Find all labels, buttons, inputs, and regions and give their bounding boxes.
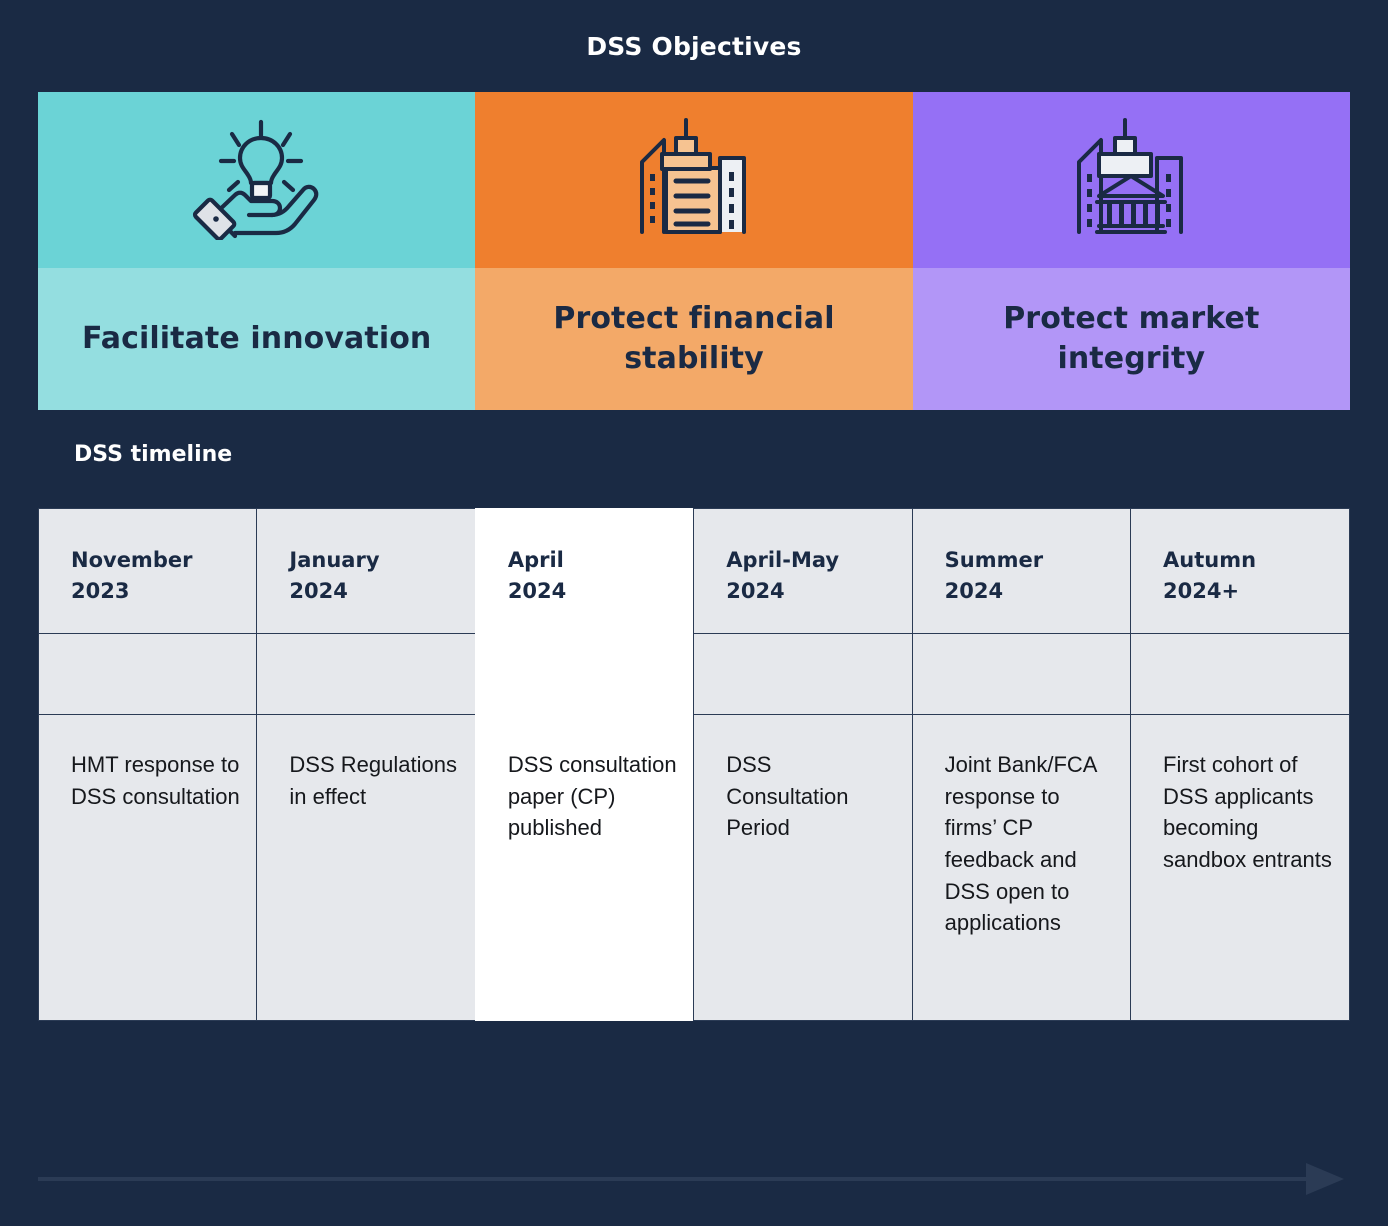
timeline-body-cell[interactable]: DSS Regulations in effect	[256, 714, 477, 1021]
objective-label: Protect financial stability	[553, 301, 835, 376]
timeline-arrow-layer	[38, 1142, 1350, 1222]
timeline-body-row: HMT response to DSS consultation DSS Reg…	[38, 714, 1351, 1021]
timeline-period: April-May	[726, 548, 840, 572]
timeline-heading: DSS timeline	[74, 442, 233, 467]
timeline-description: DSS Consultation Period	[726, 752, 849, 841]
timeline-year: 2023	[71, 579, 130, 604]
timeline-header-cell-highlighted[interactable]: April 2024	[474, 508, 695, 634]
timeline-arrow-band	[1130, 634, 1351, 714]
objective-icon-band	[912, 92, 1350, 268]
timeline-period: January	[289, 548, 380, 572]
timeline-year: 2024	[944, 579, 1004, 604]
objective-card-facilitate-innovation: Facilitate innovation	[38, 92, 476, 410]
city-buildings-icon	[632, 116, 756, 244]
timeline-year: 2024+	[1163, 579, 1240, 604]
timeline-period: Summer	[944, 548, 1044, 572]
objective-icon-band	[38, 92, 476, 268]
objective-label: Protect market integrity	[1003, 301, 1260, 376]
timeline-description: First cohort of DSS applicants becoming …	[1163, 752, 1332, 873]
timeline-header-cell[interactable]: Autumn 2024+	[1130, 508, 1351, 634]
timeline-period: April	[507, 548, 564, 572]
page-title: DSS Objectives	[586, 32, 802, 61]
timeline-arrow-band	[256, 634, 477, 714]
timeline-body-cell-highlighted[interactable]: DSS consultation paper (CP) published	[474, 714, 695, 1021]
hand-holding-lightbulb-icon	[191, 116, 323, 244]
timeline-arrow-band	[911, 634, 1132, 714]
timeline-arrow-band	[693, 634, 914, 714]
timeline-description: DSS consultation paper (CP) published	[507, 752, 677, 841]
objective-card-protect-market-integrity: Protect market integrity	[912, 92, 1350, 410]
timeline-year: 2024	[289, 579, 348, 604]
timeline-grid: November 2023 January 2024 April 2024 Ap…	[38, 508, 1351, 1195]
objective-label-band: Protect market integrity	[912, 268, 1350, 410]
timeline-arrow-row	[38, 634, 1351, 714]
objective-label-band: Protect financial stability	[475, 268, 913, 410]
timeline-arrow-band	[38, 634, 258, 714]
timeline-header-cell[interactable]: April-May 2024	[693, 508, 914, 634]
timeline-body-cell[interactable]: First cohort of DSS applicants becoming …	[1130, 714, 1351, 1021]
timeline-period: November	[71, 548, 193, 572]
timeline-header-cell[interactable]: November 2023	[38, 508, 258, 634]
bank-institution-icon	[1069, 116, 1193, 244]
right-arrow-icon	[38, 1163, 1350, 1226]
objective-icon-band	[475, 92, 913, 268]
timeline-year: 2024	[726, 579, 785, 604]
timeline-header-cell[interactable]: Summer 2024	[911, 508, 1132, 634]
timeline-body-cell[interactable]: Joint Bank/FCA response to firms’ CP fee…	[911, 714, 1132, 1021]
objective-label-band: Facilitate innovation	[38, 268, 476, 410]
timeline-arrow-band-highlighted	[474, 634, 695, 714]
timeline-description: Joint Bank/FCA response to firms’ CP fee…	[944, 752, 1097, 936]
objectives-row: Facilitate innovation Protect financial …	[38, 92, 1350, 410]
timeline-body-cell[interactable]: DSS Consultation Period	[693, 714, 914, 1021]
infographic-page: DSS Objectives Facilitate innovation Pro…	[0, 0, 1388, 1195]
timeline-header-row: November 2023 January 2024 April 2024 Ap…	[38, 508, 1351, 634]
timeline-description: DSS Regulations in effect	[289, 752, 457, 809]
timeline-body-cell[interactable]: HMT response to DSS consultation	[38, 714, 258, 1021]
objective-card-protect-financial-stability: Protect financial stability	[475, 92, 913, 410]
objective-label: Facilitate innovation	[81, 321, 432, 357]
timeline-year: 2024	[507, 579, 567, 604]
timeline-header-cell[interactable]: January 2024	[256, 508, 477, 634]
timeline-period: Autumn	[1163, 548, 1257, 572]
timeline-description: HMT response to DSS consultation	[71, 752, 240, 809]
